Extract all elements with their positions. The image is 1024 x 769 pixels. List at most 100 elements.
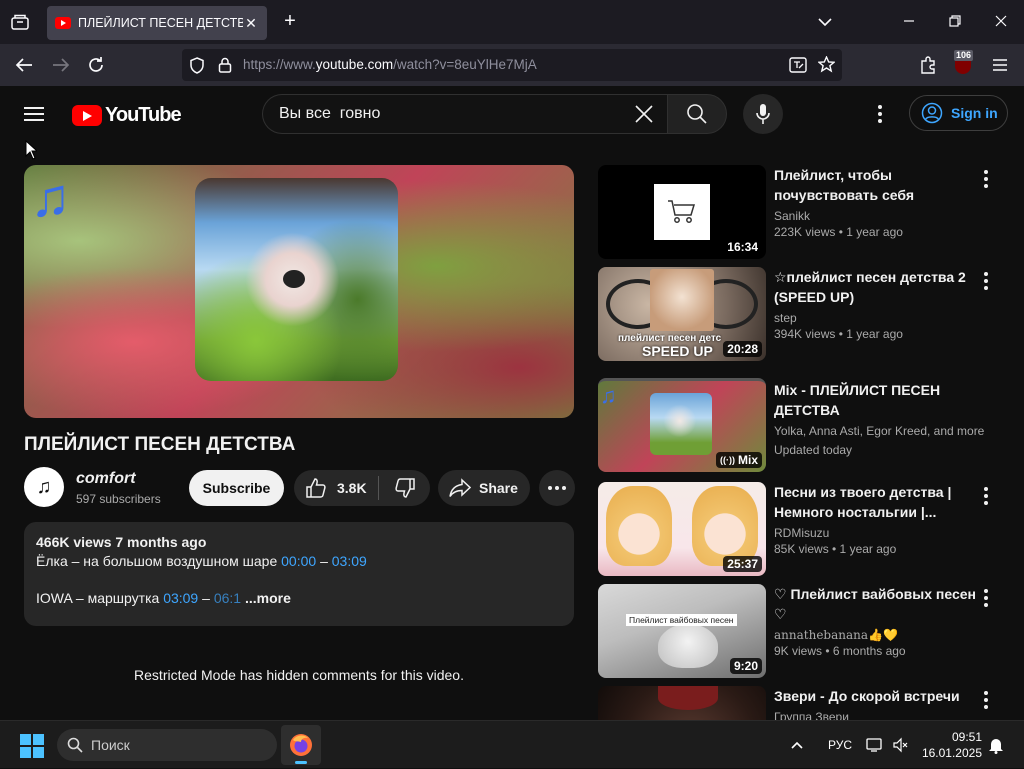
settings-more-icon[interactable] [868, 102, 892, 126]
anime-boy-graphic [692, 486, 758, 566]
guide-menu-icon[interactable] [24, 103, 48, 125]
video-player[interactable]: ♫ [24, 165, 574, 418]
logo-wordmark: YouTube [105, 104, 182, 126]
recommendation-menu-icon[interactable] [980, 588, 992, 608]
sign-in-button[interactable]: Sign in [909, 95, 1008, 131]
like-button[interactable]: 3.8K [294, 470, 378, 506]
windows-start-icon[interactable] [20, 734, 44, 758]
video-thumbnail[interactable]: плейлист песен детс SPEED UP 20:28 [598, 267, 766, 361]
forward-button[interactable] [49, 53, 73, 77]
recommendation-item[interactable]: 25:37 Песни из твоего детства | Немного … [598, 482, 1008, 576]
back-arrow-icon [15, 58, 32, 72]
youtube-play-logo-icon [72, 105, 102, 126]
recommendation-title[interactable]: Плейлист, чтобы почувствовать себя тележ… [774, 165, 982, 205]
recommendation-title[interactable]: ♡ Плейлист вайбовых песен ♡ [774, 584, 982, 624]
recommendation-title[interactable]: Звери - До скорой встречи [774, 686, 982, 706]
voice-search-button[interactable] [743, 94, 783, 134]
firefox-icon [290, 734, 312, 756]
subscribe-button[interactable]: Subscribe [189, 470, 284, 506]
recommendation-channel[interactable]: RDMisuzu [774, 526, 982, 540]
search-icon [67, 737, 83, 753]
recommendation-channel[interactable]: Sanikk [774, 209, 982, 223]
more-actions-button[interactable] [539, 470, 575, 506]
like-count: 3.8K [337, 480, 367, 496]
reload-button[interactable] [84, 53, 108, 77]
recommendation-menu-icon[interactable] [980, 169, 992, 189]
translate-page-icon[interactable] [789, 57, 807, 78]
recommendation-channel[interactable]: Группа Звери [774, 710, 982, 720]
subscriber-count: 597 subscribers [76, 492, 161, 506]
restricted-mode-notice: Restricted Mode has hidden comments for … [134, 667, 464, 683]
recommendation-title[interactable]: Mix - ПЛЕЙЛИСТ ПЕСЕН ДЕТСТВА [774, 380, 982, 420]
shield-icon[interactable] [189, 57, 205, 79]
cat-thumbnail-inner [650, 269, 714, 331]
thumbs-down-icon [394, 478, 415, 498]
channel-avatar[interactable]: ♫ [24, 467, 64, 507]
recommendation-item[interactable]: плейлист песен детс SPEED UP 20:28 ☆плей… [598, 267, 1008, 361]
channel-name[interactable]: comfort [76, 470, 136, 488]
ublock-extension-button[interactable]: 106 [951, 50, 975, 77]
description-line-2: IOWA – маршрутка 03:09 – 06:1 ...more [36, 590, 562, 606]
recommendation-channel[interactable]: step [774, 311, 982, 325]
address-bar[interactable]: https://www.youtube.com/watch?v=8euYlHe7… [182, 49, 842, 81]
thumbnail-caption: Плейлист вайбовых песен [626, 614, 737, 626]
lock-icon[interactable] [218, 57, 232, 78]
share-button[interactable]: Share [438, 470, 530, 506]
recommendation-menu-icon[interactable] [980, 271, 992, 291]
video-thumbnail[interactable]: 16:34 [598, 165, 766, 259]
recommendation-item[interactable]: ♫ ((·)) Mix Mix - ПЛЕЙЛИСТ ПЕСЕН ДЕТСТВА … [598, 378, 1008, 472]
input-language[interactable]: РУС [828, 721, 852, 769]
new-tab-button[interactable]: + [280, 11, 300, 31]
recommendation-item[interactable]: 16:34 Плейлист, чтобы почувствовать себя… [598, 165, 1008, 259]
tab-overflow-chevron-icon[interactable] [813, 10, 837, 34]
url-prefix: https://www. [243, 57, 316, 72]
show-more-link[interactable]: ...more [245, 590, 291, 606]
video-description[interactable]: 466K views 7 months ago Ёлка – на большо… [24, 522, 574, 626]
recommendation-title[interactable]: Песни из твоего детства | Немного ностал… [774, 482, 982, 522]
timestamp-link[interactable]: 06:1 [214, 590, 241, 606]
recommendation-title[interactable]: ☆плейлист песен детства 2 (SPEED UP) [774, 267, 982, 307]
display-network-icon[interactable] [866, 721, 884, 769]
search-input[interactable]: Вы все говно [262, 94, 667, 134]
list-all-tabs-button[interactable] [8, 10, 32, 34]
close-window-icon[interactable] [989, 10, 1013, 34]
timestamp-link[interactable]: 03:09 [163, 590, 198, 606]
notification-bell-icon[interactable] [988, 721, 1004, 769]
search-query-text: Вы все говно [279, 105, 381, 122]
recommendation-menu-icon[interactable] [980, 486, 992, 506]
bookmark-star-icon[interactable] [817, 55, 836, 78]
forward-arrow-icon [53, 58, 70, 72]
video-thumbnail[interactable] [598, 686, 766, 720]
restore-window-icon[interactable] [943, 10, 967, 34]
video-thumbnail[interactable]: Плейлист вайбовых песен 9:20 [598, 584, 766, 678]
recommendation-channel[interactable]: Yolka, Anna Asti, Egor Kreed, and more [774, 424, 984, 438]
dislike-button[interactable] [379, 477, 430, 499]
extensions-button[interactable] [916, 53, 940, 77]
youtube-logo[interactable]: YouTube [72, 104, 182, 127]
duration-badge: 16:34 [723, 239, 762, 255]
search-button[interactable] [667, 94, 727, 134]
recommendation-item[interactable]: Плейлист вайбовых песен 9:20 ♡ Плейлист … [598, 584, 1008, 678]
search-icon [687, 104, 707, 124]
recommendation-channel[interactable]: annathebanana👍💛 [774, 628, 982, 642]
app-menu-button[interactable] [988, 53, 1012, 77]
recommendation-item[interactable]: Звери - До скорой встречи Группа Звери [598, 686, 1008, 720]
browser-tab-active[interactable]: ПЛЕЙЛИСТ ПЕСЕН ДЕТСТВА - YouTube ✕ [47, 6, 267, 40]
show-hidden-icons-chevron-icon[interactable] [790, 721, 804, 769]
timestamp-link[interactable]: 00:00 [281, 553, 316, 569]
firefox-taskbar-button[interactable] [281, 725, 321, 765]
thumbs-up-icon [306, 478, 326, 498]
clear-search-icon[interactable] [633, 103, 655, 125]
volume-muted-icon[interactable] [893, 721, 909, 769]
minimize-window-icon[interactable] [897, 10, 921, 34]
recommendation-menu-icon[interactable] [980, 690, 992, 710]
browser-tab-bar: ПЛЕЙЛИСТ ПЕСЕН ДЕТСТВА - YouTube ✕ + [0, 0, 1024, 44]
system-clock[interactable]: 09:51 16.01.2025 [920, 729, 982, 761]
timestamp-link[interactable]: 03:09 [332, 553, 367, 569]
close-tab-icon[interactable]: ✕ [243, 15, 259, 31]
back-button[interactable] [12, 53, 36, 77]
video-thumbnail[interactable]: 25:37 [598, 482, 766, 576]
clock-date: 16.01.2025 [921, 746, 982, 760]
mix-thumbnail[interactable]: ♫ ((·)) Mix [598, 378, 766, 472]
taskbar-search-input[interactable]: Поиск [57, 729, 277, 761]
